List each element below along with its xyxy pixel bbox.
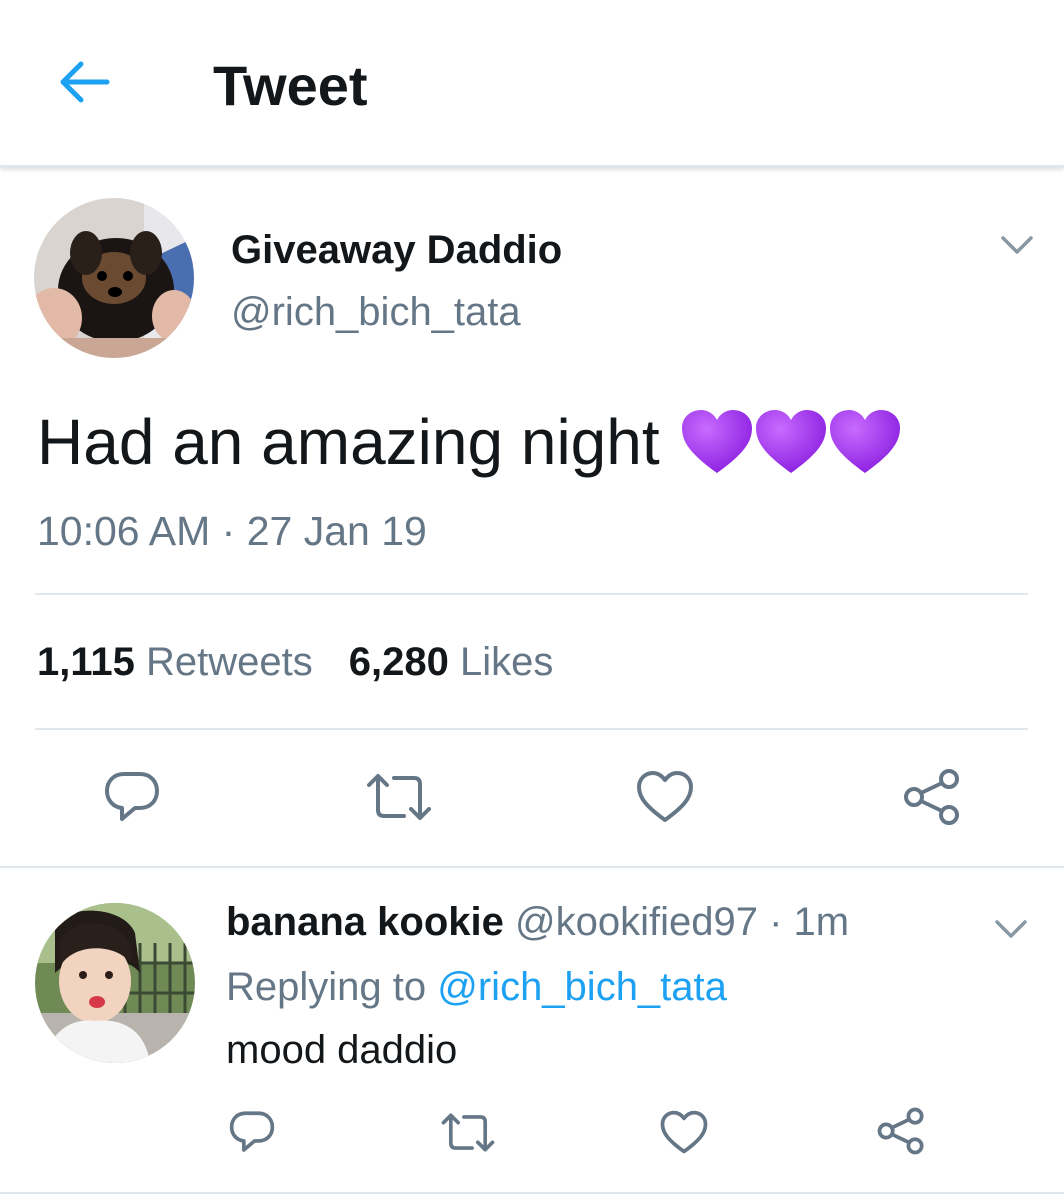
author-handle[interactable]: @rich_bich_tata [231,290,521,335]
retweets-label: Retweets [146,640,313,684]
purple-heart-icon [681,410,752,473]
separator-dot: · [221,508,236,554]
reply-age: 1m [793,900,850,944]
reply-header: banana kookie @kookified97 · 1m [226,900,849,945]
like-icon[interactable] [660,1110,708,1155]
purple-heart-icon [829,410,900,473]
divider [35,593,1028,595]
share-icon[interactable] [902,768,962,826]
reply-author-handle[interactable]: @kookified97 [515,900,758,944]
page-title: Tweet [213,54,368,117]
likes-count: 6,280 [348,640,449,684]
avatar[interactable] [34,198,194,358]
chevron-down-icon[interactable] [993,917,1029,941]
reply-text: mood daddio [226,1028,458,1072]
back-arrow-icon[interactable] [55,58,111,106]
separator-dot: · [769,900,783,944]
retweets-count: 1,115 [37,640,135,684]
tweet-text-content: Had an amazing night [37,406,660,478]
reply-author-name[interactable]: banana kookie [226,900,504,944]
tweet-text: Had an amazing night [37,405,902,479]
chevron-down-icon[interactable] [999,233,1035,257]
likes-label: Likes [460,640,554,684]
top-app-bar: Tweet [0,0,1064,167]
avatar[interactable] [35,903,195,1063]
reply-icon[interactable] [104,770,160,824]
author-name[interactable]: Giveaway Daddio [231,228,562,273]
retweets-stat[interactable]: 1,115 Retweets [37,640,313,684]
divider [0,1192,1064,1194]
retweet-icon[interactable] [366,772,432,822]
purple-heart-emojis [680,407,902,477]
tweet-timestamp: 10:06 AM · 27 Jan 19 [37,508,427,555]
reply-icon[interactable] [229,1110,275,1154]
purple-heart-icon [755,410,826,473]
divider [35,728,1028,730]
tweet-time: 10:06 AM [37,508,211,554]
replying-to-link[interactable]: @rich_bich_tata [437,965,727,1009]
replying-prefix: Replying to [226,965,427,1009]
tweet-date: 27 Jan 19 [246,508,427,554]
like-icon[interactable] [636,770,694,824]
share-icon[interactable] [876,1107,926,1155]
divider [0,866,1064,868]
likes-stat[interactable]: 6,280 Likes [349,640,554,684]
replying-to: Replying to @rich_bich_tata [226,965,727,1010]
retweet-icon[interactable] [441,1112,495,1153]
engagement-stats: 1,115 Retweets 6,280 Likes [37,640,553,685]
